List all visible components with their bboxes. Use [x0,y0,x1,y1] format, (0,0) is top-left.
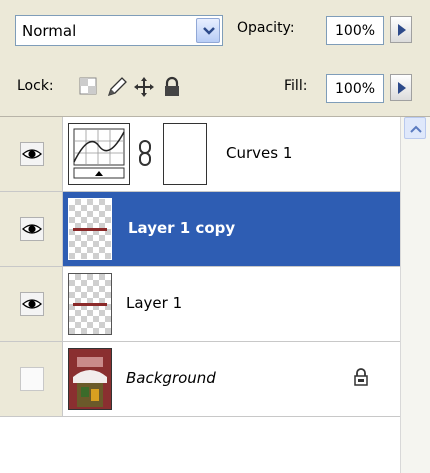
lock-fill-bar: Lock: Fill: 100% [0,62,430,117]
visibility-toggle[interactable] [20,367,44,391]
visibility-cell [0,267,63,341]
opacity-value: 100% [335,23,376,39]
visibility-cell [0,192,63,266]
visibility-toggle[interactable] [20,292,44,316]
fill-label: Fill: [284,78,308,94]
arrow-right-icon [398,24,406,36]
blend-mode-value: Normal [22,22,77,40]
scroll-up-button[interactable] [404,117,426,139]
eye-icon [22,149,42,159]
layer-name: Curves 1 [226,144,293,162]
lock-image-pixels-icon[interactable] [106,76,128,98]
visibility-cell [0,117,63,191]
blend-mode-select[interactable]: Normal [15,15,223,46]
layer-row-background[interactable]: Background [0,342,400,417]
chevron-up-icon [410,125,422,133]
lock-icon [353,368,369,390]
lock-label: Lock: [17,78,54,94]
layer-thumbnail [68,273,112,335]
layer-thumbnail [68,198,112,260]
layer-row-layer-1-copy[interactable]: Layer 1 copy [0,192,400,267]
chevron-down-icon[interactable] [196,18,220,43]
chain-link-icon[interactable] [136,139,154,171]
layer-row-layer-1[interactable]: Layer 1 [0,267,400,342]
lock-transparent-pixels-icon[interactable] [78,76,100,98]
blend-opacity-bar: Normal Opacity: 100% [0,0,430,63]
opacity-input[interactable]: 100% [326,16,384,45]
layer-name: Layer 1 [126,294,183,312]
layer-mask-thumbnail[interactable] [163,123,207,185]
background-thumbnail [68,348,112,410]
lock-position-icon[interactable] [133,76,155,98]
eye-icon [22,224,42,234]
eye-icon [22,299,42,309]
fill-slider-button[interactable] [390,74,412,101]
layer-name: Background [126,369,216,387]
layers-list: Curves 1 Layer 1 copy Layer 1 Background [0,117,400,473]
opacity-slider-button[interactable] [390,16,412,43]
arrow-right-icon [398,82,406,94]
fill-input[interactable]: 100% [326,74,384,103]
layer-row-curves-1[interactable]: Curves 1 [0,117,400,192]
layers-scrollbar[interactable] [400,117,430,473]
curves-adjustment-icon [68,123,130,185]
layer-name: Layer 1 copy [128,219,236,237]
visibility-cell [0,342,63,416]
layers-panel: Normal Opacity: 100% Lock: Fill: 100% Cu… [0,0,430,473]
thumbnail-content [73,228,107,231]
opacity-label: Opacity: [237,20,295,36]
visibility-toggle[interactable] [20,142,44,166]
lock-all-icon[interactable] [162,76,184,98]
fill-value: 100% [335,81,376,97]
visibility-toggle[interactable] [20,217,44,241]
thumbnail-content [73,303,107,306]
